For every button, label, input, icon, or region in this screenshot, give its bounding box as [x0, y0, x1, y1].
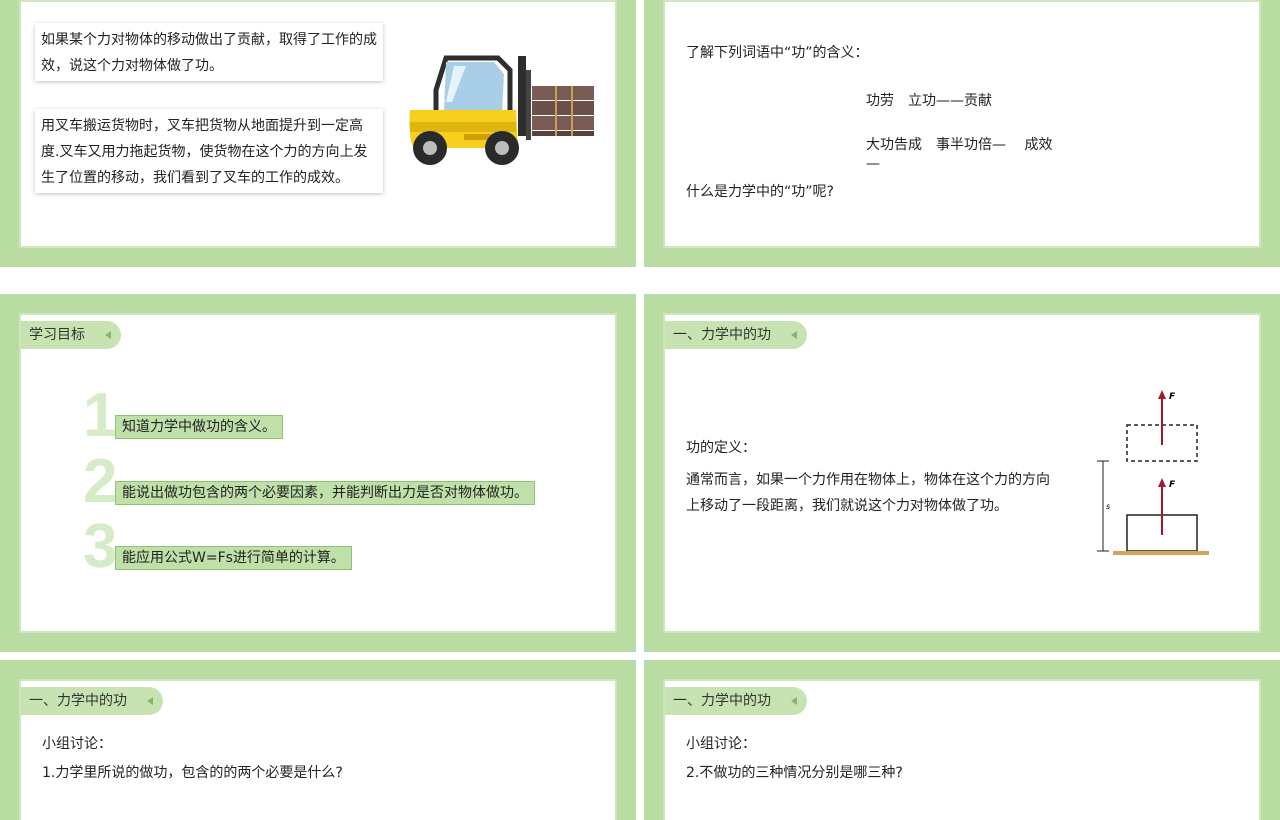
goal-number: 3 [83, 512, 118, 581]
slide-content: 如果某个力对物体的移动做出了贡献，取得了工作的成效，说这个力对物体做了功。 用叉… [19, 0, 617, 248]
forklift-card: 用叉车搬运货物时，叉车把货物从地面提升到一定高度.叉车又用力拖起货物，使货物在这… [35, 109, 383, 193]
definition-line-1: 通常而言，如果一个力作用在物体上，物体在这个力的方向 [686, 472, 1050, 488]
section-tag-label: 一、力学中的功 [673, 327, 771, 343]
discussion-question: 2.不做功的三种情况分别是哪三种? [686, 765, 903, 781]
slide-definition[interactable]: 一、力学中的功 功的定义： 通常而言，如果一个力作用在物体上，物体在这个力的方向… [644, 294, 1280, 652]
question-text: 什么是力学中的“功”呢? [686, 184, 834, 200]
section-tag-label: 学习目标 [29, 327, 85, 343]
section-tag: 学习目标 [21, 321, 121, 349]
definition-text: 如果某个力对物体的移动做出了贡献，取得了工作的成效，说这个力对物体做了功。 [41, 32, 377, 74]
force-displacement-diagram: F F s [1097, 390, 1209, 555]
section-tag: 一、力学中的功 [665, 321, 807, 349]
discussion-title: 小组讨论： [686, 736, 756, 752]
slide-forklift[interactable]: 如果某个力对物体的移动做出了贡献，取得了工作的成效，说这个力对物体做了功。 用叉… [0, 0, 636, 267]
slide-goals[interactable]: 学习目标 1 知道力学中做功的含义。 2 能说出做功包含的两个必要因素，并能判断… [0, 294, 636, 652]
definition-title: 功的定义： [686, 440, 756, 456]
section-tag: 一、力学中的功 [665, 687, 807, 715]
discussion-title: 小组讨论： [42, 736, 112, 752]
slide-content: 学习目标 1 知道力学中做功的含义。 2 能说出做功包含的两个必要因素，并能判断… [19, 313, 617, 633]
slide-content: 了解下列词语中“功”的含义： 功劳 立功——贡献 大功告成 事半功倍— 成效 —… [663, 0, 1261, 248]
discussion-question: 1.力学里所说的做功，包含的的两个必要是什么? [42, 765, 343, 781]
goal-text: 能应用公式W=Fs进行简单的计算。 [115, 546, 352, 570]
distance-label: s [1106, 502, 1110, 511]
slide-discussion-1[interactable]: 一、力学中的功 小组讨论： 1.力学里所说的做功，包含的的两个必要是什么? [0, 660, 636, 820]
goal-number: 2 [83, 447, 118, 516]
word-line-2: 大功告成 事半功倍— 成效 [866, 137, 1053, 153]
tag-arrow-icon [791, 697, 797, 705]
goal-text: 知道力学中做功的含义。 [115, 415, 283, 439]
slide-content: 一、力学中的功 功的定义： 通常而言，如果一个力作用在物体上，物体在这个力的方向… [663, 313, 1261, 633]
slide-discussion-2[interactable]: 一、力学中的功 小组讨论： 2.不做功的三种情况分别是哪三种? [644, 660, 1280, 820]
intro-text: 了解下列词语中“功”的含义： [686, 45, 869, 61]
tag-arrow-icon [147, 697, 153, 705]
slide-meaning[interactable]: 了解下列词语中“功”的含义： 功劳 立功——贡献 大功告成 事半功倍— 成效 —… [644, 0, 1280, 267]
word-line-2-tail: — [866, 156, 880, 172]
forklift-illustration [409, 55, 594, 165]
slide-content: 一、力学中的功 小组讨论： 2.不做功的三种情况分别是哪三种? [663, 679, 1261, 820]
goal-number: 1 [83, 381, 118, 450]
tag-arrow-icon [791, 331, 797, 339]
section-tag: 一、力学中的功 [21, 687, 163, 715]
section-tag-label: 一、力学中的功 [673, 693, 771, 709]
tag-arrow-icon [105, 331, 111, 339]
goal-text: 能说出做功包含的两个必要因素，并能判断出力是否对物体做功。 [115, 481, 535, 505]
forklift-text: 用叉车搬运货物时，叉车把货物从地面提升到一定高度.叉车又用力拖起货物，使货物在这… [41, 118, 368, 186]
word-line-1: 功劳 立功——贡献 [866, 93, 992, 109]
definition-line-2: 上移动了一段距离，我们就说这个力对物体做了功。 [686, 498, 1008, 514]
force-label-bottom: F [1169, 480, 1176, 490]
force-label-top: F [1169, 392, 1176, 402]
section-tag-label: 一、力学中的功 [29, 693, 127, 709]
definition-card: 如果某个力对物体的移动做出了贡献，取得了工作的成效，说这个力对物体做了功。 [35, 23, 383, 81]
slide-content: 一、力学中的功 小组讨论： 1.力学里所说的做功，包含的的两个必要是什么? [19, 679, 617, 820]
